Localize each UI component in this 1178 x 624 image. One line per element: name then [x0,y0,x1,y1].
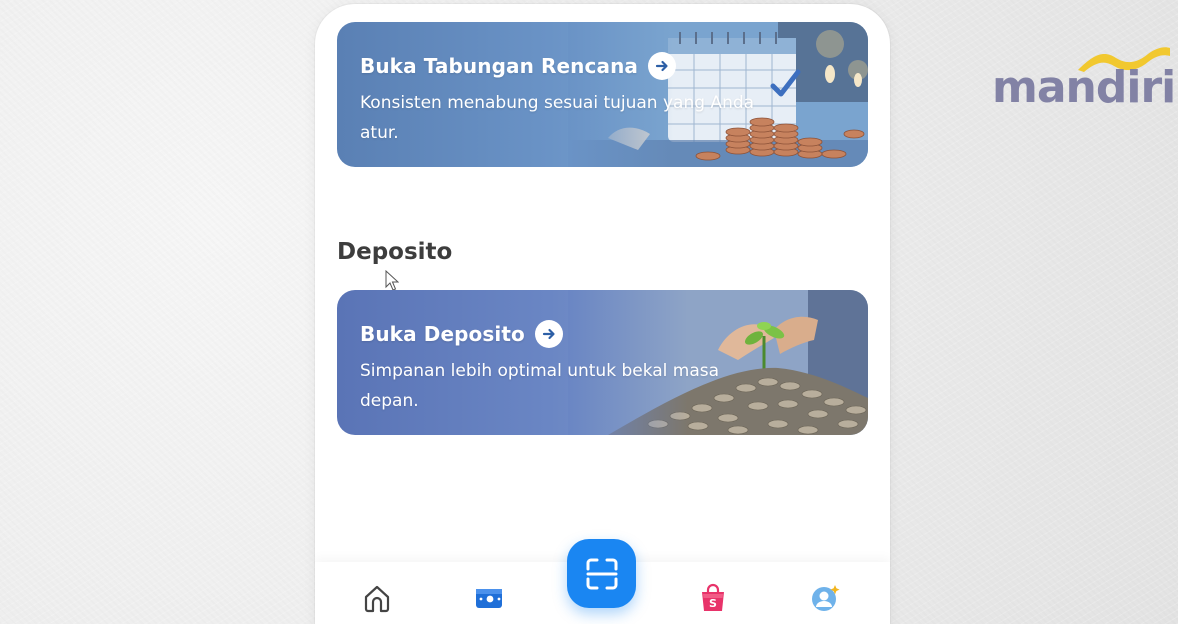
tabungan-rencana-card[interactable]: Buka Tabungan Rencana Konsisten menabung… [337,22,868,167]
brand-wordmark: mandiri [992,62,1176,113]
tabungan-card-title-row: Buka Tabungan Rencana [360,52,780,80]
phone-screen: Buka Tabungan Rencana Konsisten menabung… [315,4,890,624]
nav-item-home[interactable] [329,582,425,620]
deposito-card-description: Simpanan lebih optimal untuk bekal masa … [360,361,720,411]
arrow-right-icon[interactable] [534,320,563,348]
tabungan-card-text: Buka Tabungan Rencana Konsisten menabung… [360,52,780,148]
nav-item-shop[interactable]: S [665,582,761,620]
home-icon [364,585,390,613]
deposito-card-title-row: Buka Deposito [360,320,780,348]
svg-text:S: S [709,597,717,610]
deposito-card-title: Buka Deposito [360,322,525,346]
deposito-card[interactable]: Buka Deposito Simpanan lebih optimal unt… [337,290,868,435]
profile-icon [812,585,840,611]
deposito-card-text: Buka Deposito Simpanan lebih optimal unt… [360,320,780,416]
tabungan-card-description: Konsisten menabung sesuai tujuan yang An… [360,93,755,143]
wallet-icon [476,589,502,608]
mouse-cursor-icon [385,270,399,291]
qris-scan-icon [586,558,617,589]
arrow-right-icon[interactable] [648,52,676,80]
brand-logo: mandiri [990,44,1176,114]
nav-item-profile[interactable] [777,582,873,620]
nav-item-wallet[interactable] [441,582,537,620]
shopping-bag-icon: S [702,583,724,611]
tabungan-card-title: Buka Tabungan Rencana [360,54,638,78]
qris-scan-button[interactable] [567,539,636,608]
section-title-deposito: Deposito [337,239,453,265]
